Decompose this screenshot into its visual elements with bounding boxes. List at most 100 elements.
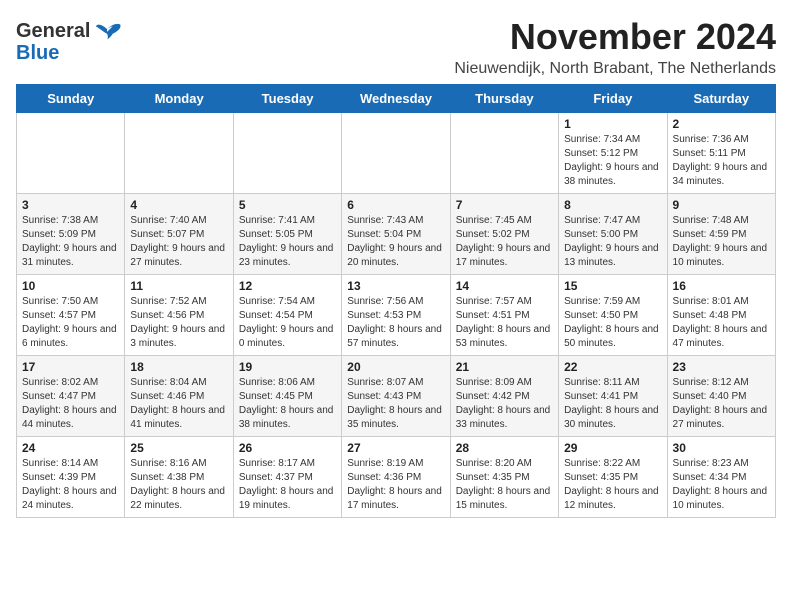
- day-number: 16: [673, 279, 770, 293]
- day-number: 30: [673, 441, 770, 455]
- day-info: Sunrise: 8:11 AM Sunset: 4:41 PM Dayligh…: [564, 376, 661, 432]
- calendar-weekday-header: Sunday: [17, 85, 125, 113]
- day-number: 21: [456, 360, 553, 374]
- day-info: Sunrise: 7:43 AM Sunset: 5:04 PM Dayligh…: [347, 214, 444, 270]
- day-info: Sunrise: 8:12 AM Sunset: 4:40 PM Dayligh…: [673, 376, 770, 432]
- calendar-cell: [125, 113, 233, 194]
- day-info: Sunrise: 8:07 AM Sunset: 4:43 PM Dayligh…: [347, 376, 444, 432]
- calendar-cell: 25 Sunrise: 8:16 AM Sunset: 4:38 PM Dayli…: [125, 437, 233, 518]
- day-number: 14: [456, 279, 553, 293]
- day-number: 12: [239, 279, 336, 293]
- logo-blue-text: Blue: [16, 42, 59, 64]
- day-info: Sunrise: 8:19 AM Sunset: 4:36 PM Dayligh…: [347, 457, 444, 513]
- calendar-cell: 14 Sunrise: 7:57 AM Sunset: 4:51 PM Dayli…: [450, 275, 558, 356]
- calendar-cell: 8 Sunrise: 7:47 AM Sunset: 5:00 PM Daylig…: [559, 194, 667, 275]
- calendar-cell: 28 Sunrise: 8:20 AM Sunset: 4:35 PM Dayli…: [450, 437, 558, 518]
- calendar-cell: [17, 113, 125, 194]
- calendar-weekday-header: Tuesday: [233, 85, 341, 113]
- day-number: 18: [130, 360, 227, 374]
- day-number: 27: [347, 441, 444, 455]
- day-info: Sunrise: 7:36 AM Sunset: 5:11 PM Dayligh…: [673, 133, 770, 189]
- calendar-cell: 19 Sunrise: 8:06 AM Sunset: 4:45 PM Dayli…: [233, 356, 341, 437]
- day-number: 6: [347, 198, 444, 212]
- day-info: Sunrise: 8:22 AM Sunset: 4:35 PM Dayligh…: [564, 457, 661, 513]
- day-info: Sunrise: 8:09 AM Sunset: 4:42 PM Dayligh…: [456, 376, 553, 432]
- day-number: 24: [22, 441, 119, 455]
- calendar-week-row: 3Sunrise: 7:38 AM Sunset: 5:09 PM Daylig…: [17, 194, 776, 275]
- calendar-cell: 4 Sunrise: 7:40 AM Sunset: 5:07 PM Daylig…: [125, 194, 233, 275]
- calendar-cell: 6 Sunrise: 7:43 AM Sunset: 5:04 PM Daylig…: [342, 194, 450, 275]
- calendar-cell: 30 Sunrise: 8:23 AM Sunset: 4:34 PM Dayli…: [667, 437, 775, 518]
- calendar-header-row: SundayMondayTuesdayWednesdayThursdayFrid…: [17, 85, 776, 113]
- calendar-cell: 26 Sunrise: 8:17 AM Sunset: 4:37 PM Dayli…: [233, 437, 341, 518]
- day-number: 5: [239, 198, 336, 212]
- day-number: 29: [564, 441, 661, 455]
- title-area: November 2024 Nieuwendijk, North Brabant…: [122, 16, 776, 78]
- calendar-cell: 18 Sunrise: 8:04 AM Sunset: 4:46 PM Dayli…: [125, 356, 233, 437]
- day-number: 4: [130, 198, 227, 212]
- calendar-week-row: 1 Sunrise: 7:34 AM Sunset: 5:12 PM Daylig…: [17, 113, 776, 194]
- logo: General Blue: [16, 16, 122, 64]
- day-number: 28: [456, 441, 553, 455]
- day-number: 25: [130, 441, 227, 455]
- day-number: 22: [564, 360, 661, 374]
- calendar-cell: 29 Sunrise: 8:22 AM Sunset: 4:35 PM Dayli…: [559, 437, 667, 518]
- day-info: Sunrise: 8:01 AM Sunset: 4:48 PM Dayligh…: [673, 295, 770, 351]
- calendar-cell: [450, 113, 558, 194]
- day-number: 13: [347, 279, 444, 293]
- calendar-week-row: 17 Sunrise: 8:02 AM Sunset: 4:47 PM Dayli…: [17, 356, 776, 437]
- day-info: Sunrise: 8:06 AM Sunset: 4:45 PM Dayligh…: [239, 376, 336, 432]
- day-info: Sunrise: 7:56 AM Sunset: 4:53 PM Dayligh…: [347, 295, 444, 351]
- month-year-title: November 2024: [122, 16, 776, 58]
- calendar-cell: 17 Sunrise: 8:02 AM Sunset: 4:47 PM Dayli…: [17, 356, 125, 437]
- day-number: 7: [456, 198, 553, 212]
- day-info: Sunrise: 8:16 AM Sunset: 4:38 PM Dayligh…: [130, 457, 227, 513]
- location-subtitle: Nieuwendijk, North Brabant, The Netherla…: [122, 60, 776, 78]
- calendar-weekday-header: Wednesday: [342, 85, 450, 113]
- calendar-cell: 1 Sunrise: 7:34 AM Sunset: 5:12 PM Daylig…: [559, 113, 667, 194]
- day-number: 9: [673, 198, 770, 212]
- calendar-cell: 22 Sunrise: 8:11 AM Sunset: 4:41 PM Dayli…: [559, 356, 667, 437]
- day-number: 8: [564, 198, 661, 212]
- calendar-cell: 13 Sunrise: 7:56 AM Sunset: 4:53 PM Dayli…: [342, 275, 450, 356]
- calendar-cell: 2 Sunrise: 7:36 AM Sunset: 5:11 PM Daylig…: [667, 113, 775, 194]
- calendar-table: SundayMondayTuesdayWednesdayThursdayFrid…: [16, 84, 776, 518]
- day-info: Sunrise: 8:23 AM Sunset: 4:34 PM Dayligh…: [673, 457, 770, 513]
- logo-general-text: General: [16, 20, 90, 42]
- calendar-weekday-header: Friday: [559, 85, 667, 113]
- day-info: Sunrise: 8:04 AM Sunset: 4:46 PM Dayligh…: [130, 376, 227, 432]
- calendar-cell: 9Sunrise: 7:48 AM Sunset: 4:59 PM Daylig…: [667, 194, 775, 275]
- day-info: Sunrise: 7:34 AM Sunset: 5:12 PM Dayligh…: [564, 133, 661, 189]
- day-number: 2: [673, 117, 770, 131]
- calendar-cell: 5 Sunrise: 7:41 AM Sunset: 5:05 PM Daylig…: [233, 194, 341, 275]
- day-info: Sunrise: 7:59 AM Sunset: 4:50 PM Dayligh…: [564, 295, 661, 351]
- calendar-cell: 23Sunrise: 8:12 AM Sunset: 4:40 PM Dayli…: [667, 356, 775, 437]
- calendar-weekday-header: Thursday: [450, 85, 558, 113]
- day-info: Sunrise: 7:40 AM Sunset: 5:07 PM Dayligh…: [130, 214, 227, 270]
- calendar-cell: [233, 113, 341, 194]
- day-number: 19: [239, 360, 336, 374]
- day-number: 1: [564, 117, 661, 131]
- day-info: Sunrise: 7:41 AM Sunset: 5:05 PM Dayligh…: [239, 214, 336, 270]
- day-info: Sunrise: 7:47 AM Sunset: 5:00 PM Dayligh…: [564, 214, 661, 270]
- day-number: 20: [347, 360, 444, 374]
- calendar-week-row: 10 Sunrise: 7:50 AM Sunset: 4:57 PM Dayli…: [17, 275, 776, 356]
- calendar-cell: 10 Sunrise: 7:50 AM Sunset: 4:57 PM Dayli…: [17, 275, 125, 356]
- day-info: Sunrise: 8:02 AM Sunset: 4:47 PM Dayligh…: [22, 376, 119, 432]
- day-number: 26: [239, 441, 336, 455]
- calendar-cell: 3Sunrise: 7:38 AM Sunset: 5:09 PM Daylig…: [17, 194, 125, 275]
- calendar-cell: 12 Sunrise: 7:54 AM Sunset: 4:54 PM Dayli…: [233, 275, 341, 356]
- day-info: Sunrise: 7:50 AM Sunset: 4:57 PM Dayligh…: [22, 295, 119, 351]
- day-number: 3: [22, 198, 119, 212]
- day-number: 11: [130, 279, 227, 293]
- day-info: Sunrise: 8:17 AM Sunset: 4:37 PM Dayligh…: [239, 457, 336, 513]
- calendar-cell: 15Sunrise: 7:59 AM Sunset: 4:50 PM Dayli…: [559, 275, 667, 356]
- day-info: Sunrise: 7:57 AM Sunset: 4:51 PM Dayligh…: [456, 295, 553, 351]
- day-number: 10: [22, 279, 119, 293]
- day-info: Sunrise: 8:20 AM Sunset: 4:35 PM Dayligh…: [456, 457, 553, 513]
- calendar-cell: 21 Sunrise: 8:09 AM Sunset: 4:42 PM Dayli…: [450, 356, 558, 437]
- day-info: Sunrise: 7:45 AM Sunset: 5:02 PM Dayligh…: [456, 214, 553, 270]
- calendar-cell: 16 Sunrise: 8:01 AM Sunset: 4:48 PM Dayli…: [667, 275, 775, 356]
- day-number: 17: [22, 360, 119, 374]
- day-info: Sunrise: 7:54 AM Sunset: 4:54 PM Dayligh…: [239, 295, 336, 351]
